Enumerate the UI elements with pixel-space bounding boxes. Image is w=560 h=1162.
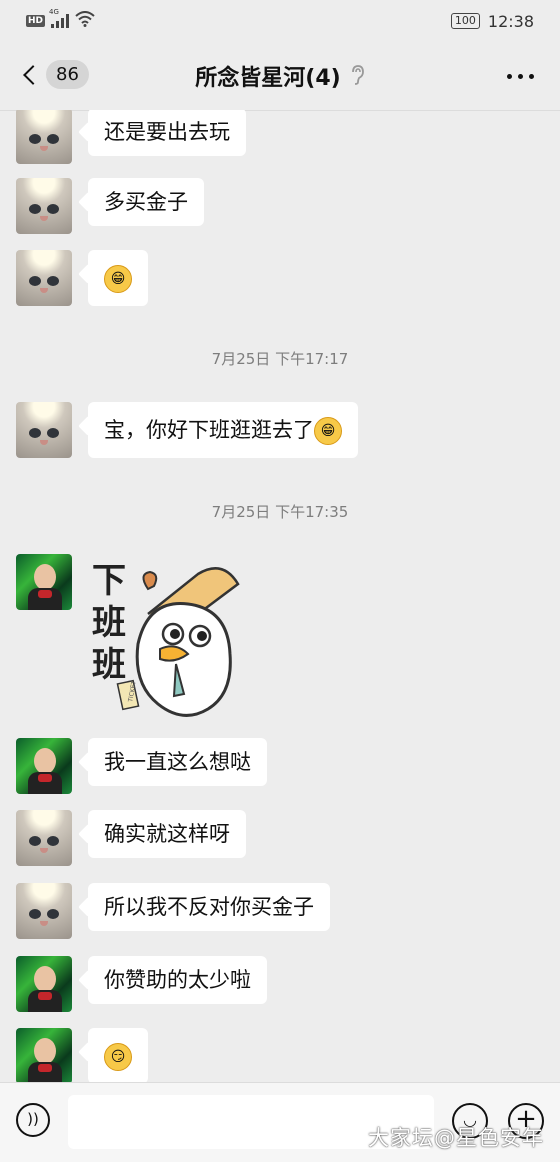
message-row: 确实就这样呀: [16, 810, 246, 866]
chat-title: 所念皆星河(4): [195, 66, 341, 91]
avatar[interactable]: [16, 178, 72, 234]
more-dot: [518, 74, 523, 79]
message-bubble[interactable]: 我一直这么想哒: [88, 738, 267, 786]
message-bubble[interactable]: 😏: [88, 1028, 148, 1082]
wifi-icon: [75, 11, 95, 31]
avatar[interactable]: [16, 810, 72, 866]
battery-icon: 100: [450, 13, 480, 29]
message-text: 宝，你好下班逛逛去了: [104, 418, 314, 442]
message-row: 宝，你好下班逛逛去了 😁: [16, 402, 358, 458]
grin-emoji-icon: 😁: [104, 265, 132, 293]
message-row: 多买金子: [16, 178, 204, 234]
network-gen: 4G: [49, 8, 59, 16]
message-text: 确实就这样呀: [104, 822, 230, 846]
message-text: 所以我不反对你买金子: [104, 895, 314, 919]
message-bubble[interactable]: 😁: [88, 250, 148, 306]
avatar[interactable]: [16, 883, 72, 939]
message-list[interactable]: 还是要出去玩 多买金子 😁 7月25日 下午17:17 宝，你好下班逛逛去了 😁 …: [0, 110, 560, 1082]
message-bubble[interactable]: 你赞助的太少啦: [88, 956, 267, 1004]
status-bar: HD 4G 100 12:38: [0, 0, 560, 42]
grin-emoji-icon: 😁: [314, 417, 342, 445]
hd-badge: HD: [26, 15, 46, 27]
voice-button[interactable]: )): [16, 1103, 50, 1137]
message-text: 多买金子: [104, 190, 188, 214]
avatar[interactable]: [16, 956, 72, 1012]
avatar[interactable]: [16, 402, 72, 458]
watermark: 大家坛@星色安年: [368, 1126, 544, 1150]
message-bubble[interactable]: 所以我不反对你买金子: [88, 883, 330, 931]
message-row: 😁: [16, 250, 148, 306]
message-text: 还是要出去玩: [104, 120, 230, 144]
voice-icon: )): [27, 1110, 39, 1128]
duck-sticker-icon: [116, 567, 240, 717]
more-button[interactable]: [507, 74, 534, 79]
timestamp: 7月25日 下午17:35: [211, 503, 349, 521]
avatar[interactable]: [16, 554, 72, 610]
message-bubble[interactable]: 确实就这样呀: [88, 810, 246, 858]
message-row: 😏: [16, 1028, 148, 1082]
message-row: 还是要出去玩: [16, 110, 246, 164]
message-row: 我一直这么想哒: [16, 738, 267, 794]
ear-icon: [351, 65, 365, 90]
more-dot: [507, 74, 512, 79]
avatar[interactable]: [16, 110, 72, 164]
smirk-emoji-icon: 😏: [104, 1043, 132, 1071]
message-row: 你赞助的太少啦: [16, 956, 267, 1012]
message-bubble[interactable]: 多买金子: [88, 178, 204, 226]
chat-title-wrap: 所念皆星河(4): [0, 60, 560, 92]
message-row: 下班班 TICKET: [16, 554, 260, 724]
avatar[interactable]: [16, 738, 72, 794]
avatar[interactable]: [16, 250, 72, 306]
signal-icon: 4G: [49, 8, 70, 28]
clock: 12:38: [487, 11, 534, 31]
avatar[interactable]: [16, 1028, 72, 1082]
message-row: 所以我不反对你买金子: [16, 883, 330, 939]
timestamp: 7月25日 下午17:17: [211, 350, 349, 368]
message-bubble[interactable]: 宝，你好下班逛逛去了 😁: [88, 402, 358, 458]
message-bubble[interactable]: 还是要出去玩: [88, 110, 246, 156]
more-dot: [529, 74, 534, 79]
message-text: 你赞助的太少啦: [104, 968, 251, 992]
message-text: 我一直这么想哒: [104, 750, 251, 774]
sticker-message[interactable]: 下班班 TICKET: [88, 554, 260, 724]
chat-header: 86 所念皆星河(4): [0, 42, 560, 111]
